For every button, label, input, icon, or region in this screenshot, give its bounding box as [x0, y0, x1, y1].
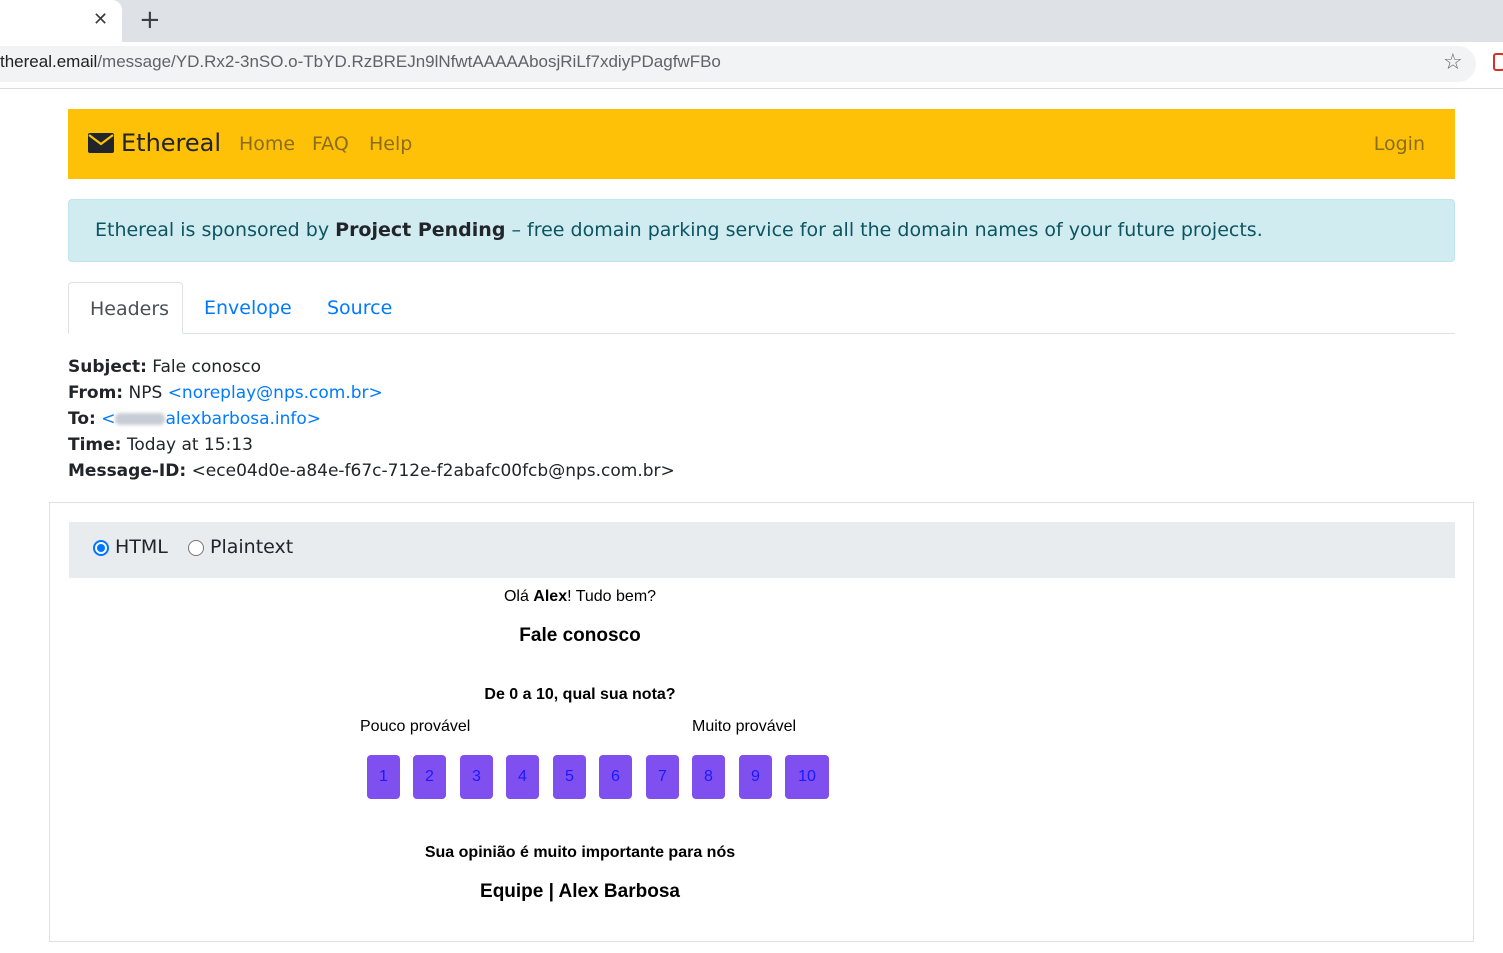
- score-button-7[interactable]: 7: [646, 755, 679, 799]
- time-value: Today at 15:13: [126, 435, 253, 455]
- email-footer-note: Sua opinião é muito importante para nós: [424, 844, 736, 861]
- score-button-4[interactable]: 4: [506, 755, 539, 799]
- nav-help-link[interactable]: Help: [369, 133, 412, 155]
- sponsor-suffix: – free domain parking service for all th…: [505, 219, 1263, 241]
- nav-home-link[interactable]: Home: [239, 133, 295, 155]
- bookmark-star-icon[interactable]: ☆: [1443, 50, 1463, 76]
- from-label: From:: [68, 383, 124, 403]
- tab-envelope[interactable]: Envelope: [183, 282, 313, 334]
- tab-headers[interactable]: Headers: [68, 282, 183, 334]
- score-button-6[interactable]: 6: [599, 755, 632, 799]
- score-button-1[interactable]: 1: [367, 755, 400, 799]
- score-button-3[interactable]: 3: [460, 755, 493, 799]
- to-label: To:: [68, 409, 96, 429]
- to-prefix: <: [101, 409, 116, 429]
- time-row: Time: Today at 15:13: [68, 432, 675, 458]
- url-host: thereal.email: [0, 52, 98, 71]
- greeting: Olá Alex! Tudo bem?: [350, 588, 810, 606]
- message-tabs: Headers Envelope Source: [68, 282, 1455, 334]
- sponsor-link[interactable]: Project Pending: [335, 219, 505, 241]
- to-email-link[interactable]: < alexbarbosa.info>: [101, 409, 321, 429]
- score-button-5[interactable]: 5: [553, 755, 586, 799]
- message-id-label: Message-ID:: [68, 461, 187, 481]
- sponsor-prefix: Ethereal is sponsored by: [95, 219, 336, 241]
- nav-faq-link[interactable]: FAQ: [312, 133, 349, 155]
- new-tab-icon[interactable]: +: [139, 6, 161, 34]
- url-text[interactable]: thereal.email/message/YD.Rx2-3nSO.o-TbYD…: [0, 52, 721, 72]
- message-id-row: Message-ID: <ece04d0e-a84e-f67c-712e-f2a…: [68, 458, 675, 484]
- html-radio-label[interactable]: HTML: [115, 536, 168, 558]
- high-likelihood-label: Muito provável: [692, 718, 797, 735]
- message-id-value: <ece04d0e-a84e-f67c-712e-f2abafc00fcb@np…: [191, 461, 675, 481]
- low-likelihood-label: Pouco provável: [360, 718, 471, 735]
- from-row: From: NPS <noreplay@nps.com.br>: [68, 380, 675, 406]
- subject-value: Fale conosco: [152, 357, 262, 377]
- subject-row: Subject: Fale conosco: [68, 354, 675, 380]
- redacted-blur: [115, 413, 166, 425]
- brand-name: Ethereal: [121, 129, 222, 157]
- to-email: alexbarbosa.info>: [165, 409, 322, 429]
- greeting-prefix: Olá: [503, 588, 534, 605]
- email-title: Fale conosco: [519, 625, 641, 646]
- login-link[interactable]: Login: [1374, 133, 1425, 155]
- sponsor-alert: Ethereal is sponsored by Project Pending…: [68, 199, 1455, 262]
- to-row: To: < alexbarbosa.info>: [68, 406, 675, 432]
- html-radio[interactable]: [93, 540, 109, 556]
- from-email-link[interactable]: <noreplay@nps.com.br>: [168, 383, 383, 403]
- email-signature: Equipe | Alex Barbosa: [480, 881, 680, 902]
- brand-link[interactable]: Ethereal: [88, 129, 221, 157]
- score-button-10[interactable]: 10: [785, 755, 829, 799]
- browser-tab-bar: ✕ +: [0, 0, 1503, 42]
- plaintext-radio[interactable]: [188, 540, 204, 556]
- score-button-2[interactable]: 2: [413, 755, 446, 799]
- subject-label: Subject:: [68, 357, 147, 377]
- message-headers: Subject: Fale conosco From: NPS <norepla…: [68, 354, 675, 484]
- close-tab-icon[interactable]: ✕: [93, 9, 108, 31]
- extension-icon[interactable]: [1493, 53, 1503, 71]
- nps-question: De 0 a 10, qual sua nota?: [484, 686, 676, 703]
- from-name: NPS: [128, 383, 163, 403]
- site-navbar: Ethereal Home FAQ Help Login: [68, 109, 1455, 179]
- greeting-suffix: ! Tudo bem?: [567, 588, 657, 605]
- envelope-icon: [88, 133, 114, 153]
- greeting-name: Alex: [533, 588, 568, 605]
- url-path: /message/YD.Rx2-3nSO.o-TbYD.RzBREJn9lNfw…: [97, 52, 721, 71]
- browser-tab[interactable]: ✕: [0, 0, 122, 42]
- score-button-8[interactable]: 8: [692, 755, 725, 799]
- view-switcher: HTML Plaintext: [69, 522, 1455, 578]
- time-label: Time:: [68, 435, 122, 455]
- plaintext-radio-label[interactable]: Plaintext: [210, 536, 293, 558]
- score-button-9[interactable]: 9: [739, 755, 772, 799]
- tab-source[interactable]: Source: [306, 282, 413, 334]
- sponsor-text: Ethereal is sponsored by Project Pending…: [95, 219, 1263, 241]
